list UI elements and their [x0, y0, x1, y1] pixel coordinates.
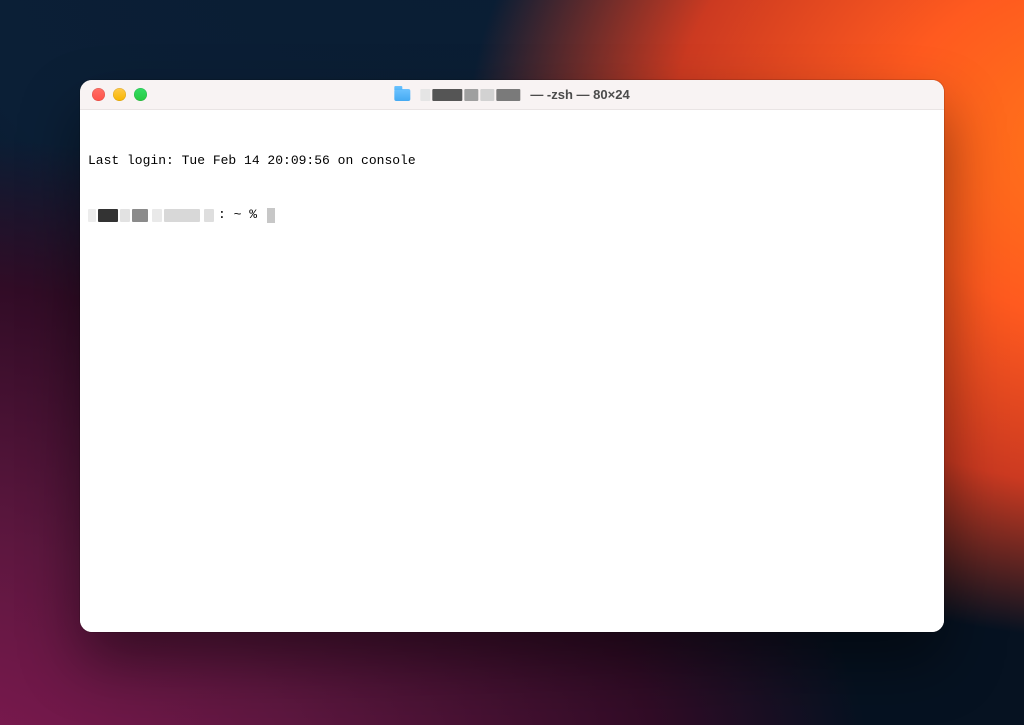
desktop: — -zsh — 80×24 Last login: Tue Feb 14 20… [0, 0, 1024, 725]
minimize-button[interactable] [113, 88, 126, 101]
terminal-window: — -zsh — 80×24 Last login: Tue Feb 14 20… [80, 80, 944, 632]
last-login-line: Last login: Tue Feb 14 20:09:56 on conso… [88, 152, 936, 170]
redacted-hostname [88, 209, 148, 222]
close-button[interactable] [92, 88, 105, 101]
prompt-line: : ~ % [88, 206, 936, 224]
redacted-title-segment [420, 89, 520, 101]
prompt-suffix: : ~ % [218, 206, 265, 224]
window-title: — -zsh — 80×24 [394, 87, 629, 102]
redacted-segment [204, 209, 214, 222]
redacted-username [152, 209, 200, 222]
folder-icon [394, 89, 410, 101]
last-login-text: Last login: Tue Feb 14 20:09:56 on conso… [88, 152, 416, 170]
cursor-icon [267, 208, 275, 223]
zoom-button[interactable] [134, 88, 147, 101]
titlebar[interactable]: — -zsh — 80×24 [80, 80, 944, 110]
window-title-text: — -zsh — 80×24 [530, 87, 629, 102]
terminal-body[interactable]: Last login: Tue Feb 14 20:09:56 on conso… [80, 110, 944, 632]
traffic-lights [92, 88, 147, 101]
